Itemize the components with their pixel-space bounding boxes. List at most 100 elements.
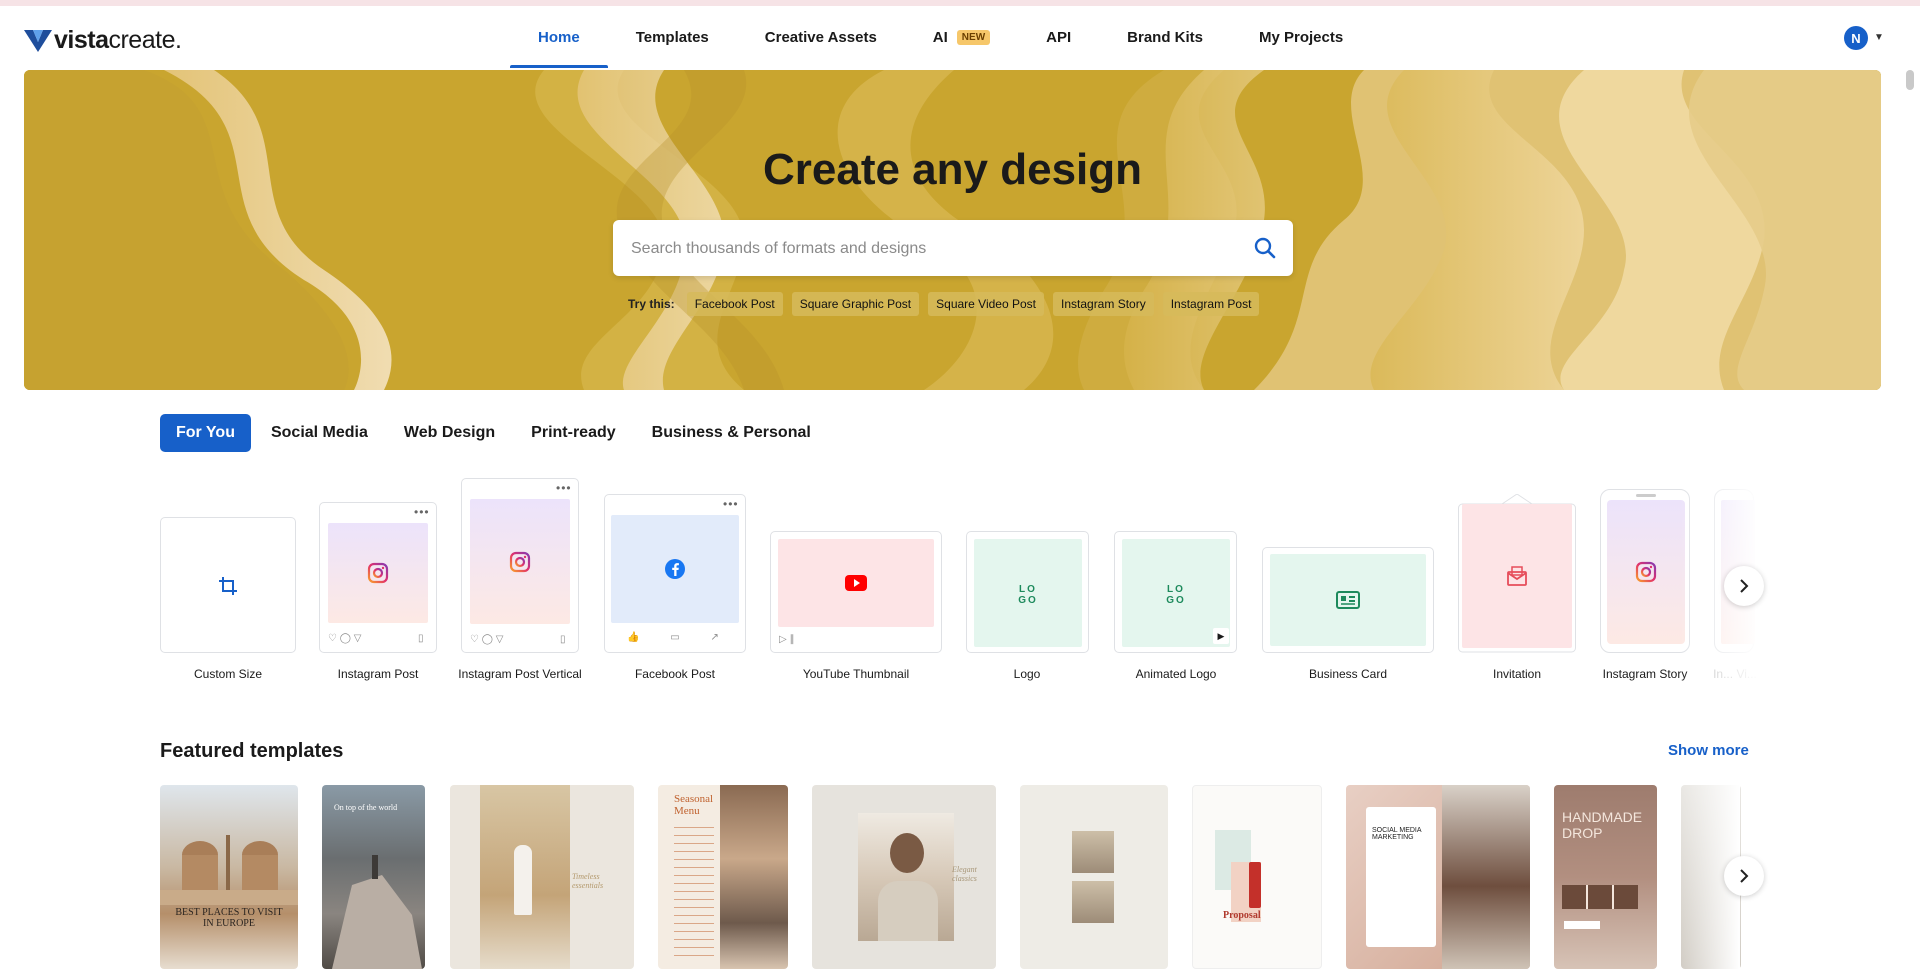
suggestion-chip[interactable]: Instagram Post [1162, 292, 1260, 316]
main-nav: Home Templates Creative Assets AI NEW AP… [510, 6, 1371, 68]
instagram-icon [509, 551, 531, 572]
nav-my-projects[interactable]: My Projects [1231, 6, 1371, 68]
suggestion-chip[interactable]: Facebook Post [686, 292, 783, 316]
bookmark-icon: ▯ [418, 633, 424, 644]
format-label: Logo [1013, 667, 1041, 681]
template-card-handmade-drop[interactable]: HANDMADE DROP [1554, 785, 1657, 969]
menu-lines [674, 827, 714, 957]
youtube-icon [845, 575, 867, 591]
search-icon[interactable] [1253, 236, 1277, 260]
template-card-timeless-essentials[interactable]: Timeless essentials [450, 785, 634, 969]
template-caption: Elegant classics [952, 865, 977, 883]
svg-text:GO: GO [1166, 595, 1186, 604]
nav-ai-label: AI [932, 28, 948, 46]
user-avatar[interactable]: N [1844, 26, 1868, 50]
search-bar [613, 220, 1293, 278]
shop-now-button [1564, 921, 1600, 929]
more-options-icon[interactable]: ••• [556, 481, 572, 495]
post-actions-icons: 👍 ▭ ↗ [627, 632, 719, 643]
header: vistacreate. Home Templates Creative Ass… [0, 6, 1920, 68]
chevron-right-icon [1740, 869, 1749, 883]
suggestion-chip[interactable]: Square Video Post [928, 292, 1044, 316]
template-caption: Seasonal Menu [674, 793, 714, 817]
nav-home[interactable]: Home [510, 6, 608, 68]
logo-icon: LO GO [1018, 584, 1037, 604]
template-card-seasonal-menu[interactable]: Seasonal Menu [658, 785, 788, 969]
template-photo [720, 785, 788, 969]
template-card-proposal[interactable]: Proposal [1192, 785, 1322, 969]
tab-business-personal[interactable]: Business & Personal [636, 414, 827, 452]
bookmark-icon: ▯ [560, 634, 566, 645]
try-label: Try this: [628, 297, 675, 311]
envelope-icon [1507, 566, 1527, 586]
format-label: Business Card [1308, 667, 1388, 681]
nav-brand-kits[interactable]: Brand Kits [1099, 6, 1231, 68]
template-card-elegant-classics[interactable]: Elegant classics [812, 785, 996, 969]
hero-title: Create any design [762, 145, 1143, 194]
template-photos [1562, 885, 1638, 909]
page-scrollbar[interactable] [1906, 70, 1914, 90]
template-image-rock [332, 855, 422, 969]
template-caption: Timeless essentials [572, 872, 604, 890]
format-card-instagram-story[interactable] [1600, 489, 1690, 653]
format-card-facebook-post[interactable]: ••• 👍 ▭ ↗ [604, 494, 746, 653]
template-coat [878, 881, 938, 941]
format-label: Facebook Post [634, 667, 716, 681]
templates-next-button[interactable] [1724, 856, 1764, 896]
format-label: Custom Size [193, 667, 263, 681]
format-card-instagram-post[interactable]: ••• ♡ ◯ ▽ ▯ [319, 502, 437, 653]
svg-text:LO: LO [1167, 584, 1185, 595]
nav-templates[interactable]: Templates [608, 6, 737, 68]
more-options-icon[interactable]: ••• [414, 505, 430, 519]
format-card-animated-logo[interactable]: LO GO ▶ [1114, 531, 1237, 653]
more-options-icon[interactable]: ••• [723, 497, 739, 511]
format-card-logo[interactable]: LO GO [966, 531, 1089, 653]
post-actions-icons: ♡ ◯ ▽ [470, 634, 504, 645]
chevron-right-icon [1740, 579, 1749, 593]
template-card-social-media-marketing[interactable]: SOCIAL MEDIA MARKETING [1346, 785, 1530, 969]
format-card-youtube-thumbnail[interactable]: ▷ ∥ [770, 531, 942, 653]
template-card-top-of-the-world[interactable]: On top of the world [322, 785, 425, 969]
template-card-europe[interactable]: BEST PLACES TO VISIT IN EUROPE [160, 785, 298, 969]
phone-notch [1636, 494, 1656, 497]
formats-next-button[interactable] [1724, 566, 1764, 606]
vistacreate-logo[interactable]: vistacreate. [24, 26, 182, 54]
format-card-instagram-post-vertical[interactable]: ••• ♡ ◯ ▽ ▯ [461, 478, 579, 653]
suggestion-chip[interactable]: Instagram Story [1053, 292, 1154, 316]
crop-icon [219, 577, 237, 595]
new-badge: NEW [956, 29, 991, 45]
format-card-invitation[interactable] [1458, 494, 1576, 653]
nav-creative-assets[interactable]: Creative Assets [737, 6, 905, 68]
post-actions-icons: ♡ ◯ ▽ [328, 633, 362, 644]
play-icon: ▶ [1213, 628, 1229, 644]
template-portrait [890, 833, 924, 873]
format-label: Animated Logo [1135, 667, 1217, 681]
instagram-icon [1635, 561, 1657, 583]
nav-api[interactable]: API [1018, 6, 1099, 68]
format-card-business-card[interactable] [1262, 547, 1434, 653]
category-tabs: For You Social Media Web Design Print-re… [160, 414, 831, 452]
template-caption: On top of the world [334, 803, 398, 812]
template-figure [514, 845, 532, 915]
chevron-down-icon[interactable]: ▼ [1874, 32, 1884, 43]
search-input[interactable] [629, 220, 1233, 278]
tab-for-you[interactable]: For You [160, 414, 251, 452]
video-controls-icons: ▷ ∥ [779, 634, 795, 645]
instagram-icon [367, 562, 389, 584]
template-caption: SOCIAL MEDIA MARKETING [1372, 827, 1422, 841]
template-photo [1072, 831, 1114, 873]
svg-text:LO: LO [1019, 584, 1037, 595]
template-caption: BEST PLACES TO VISIT IN EUROPE [175, 907, 283, 929]
tab-social-media[interactable]: Social Media [255, 414, 384, 452]
featured-templates-title: Featured templates [160, 740, 344, 762]
format-label: YouTube Thumbnail [802, 667, 910, 681]
template-card-photo-collage[interactable] [1020, 785, 1168, 969]
nav-ai[interactable]: AI NEW [905, 6, 1018, 68]
format-card-custom-size[interactable] [160, 517, 296, 653]
show-more-link[interactable]: Show more [1668, 742, 1749, 759]
suggestion-chip[interactable]: Square Graphic Post [791, 292, 920, 316]
tab-print-ready[interactable]: Print-ready [515, 414, 631, 452]
tab-web-design[interactable]: Web Design [388, 414, 511, 452]
hero-banner: Create any design Try this: Facebook Pos… [24, 70, 1881, 390]
template-image-building [160, 835, 298, 905]
